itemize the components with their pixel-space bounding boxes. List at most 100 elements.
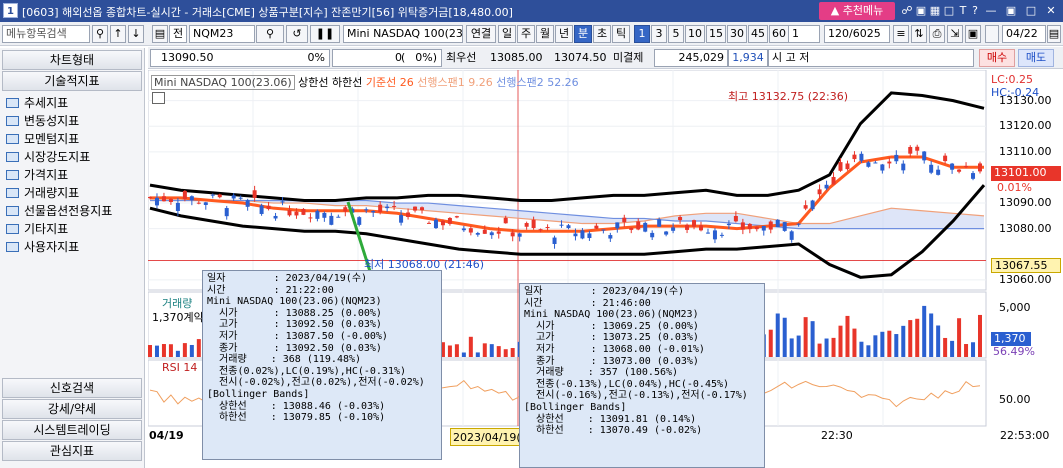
sidebar-item-6[interactable]: 선물옵션전용지표 [6,202,112,220]
sell-button[interactable]: 매도 [1018,49,1054,67]
save-icon[interactable]: ▣ [965,25,981,43]
sidebar-item-1[interactable]: 변동성지표 [6,112,79,130]
candle-body [852,154,857,160]
candle-body [657,219,662,227]
data-count-input[interactable]: 120/6025 [824,25,890,43]
candle-body [971,173,976,179]
sidebar-item-4[interactable]: 가격지표 [6,166,68,184]
interval-button-5[interactable]: 5 [668,25,684,43]
sidebar-item-label: 모멘텀지표 [24,132,80,146]
interval-button-10[interactable]: 10 [685,25,705,43]
sidebar-item-2[interactable]: 모멘텀지표 [6,130,79,148]
candle-body [378,204,383,212]
technical-indicator-tab[interactable]: 기술적지표 [2,71,142,91]
buy-button[interactable]: 매수 [979,49,1015,67]
link-icon[interactable]: ☍ [900,3,914,18]
monitor-icon[interactable]: □ [942,3,956,18]
sidebar-item-label: 추세지표 [24,96,69,110]
volume-bar [824,338,829,357]
period-button-5[interactable]: 초 [593,25,611,43]
candle-body [329,215,334,225]
chart-area[interactable]: Mini NASDAQ 100(23.06) 상한선 하한선 기준선 26 선행… [148,70,1063,468]
restore-icon[interactable]: ▣ [1004,3,1018,18]
export-icon[interactable]: ⇲ [947,25,963,43]
date-input[interactable]: 04/22 [1002,25,1046,43]
sidebar-item-7[interactable]: 기타지표 [6,220,68,238]
help-icon[interactable]: ? [968,3,982,18]
maximize-icon[interactable]: □ [1024,3,1038,18]
tooltip-line: 거래량 : 357 (100.56%) [524,367,679,379]
candle-body [643,222,648,232]
candle-body [182,190,187,200]
volume-bar [468,336,473,357]
candle-body [580,230,585,239]
candle-body [148,196,152,199]
sidebar-item-label: 변동성지표 [24,114,80,128]
tooltip-line: 전종(-0.13%),LC(0.04%),HC(-0.45%) [524,378,730,390]
reset-icon[interactable]: ↺ [286,25,308,43]
candle-body [608,235,613,239]
candle-body [245,200,250,207]
period-button-2[interactable]: 월 [536,25,554,43]
period-button-4[interactable]: 분 [574,25,592,43]
tooltip-line: 시간 : 21:46:00 [524,297,651,309]
candle-body [364,209,369,211]
search-icon[interactable]: ⚲ [92,25,108,43]
candle-body [712,230,717,240]
recommend-menu-button[interactable]: ▲ 추천메뉴 [819,2,895,20]
candle-body [685,224,690,230]
volume-bar [978,314,982,357]
date-checkbox[interactable] [985,25,999,43]
continuous-button[interactable]: 연결 [466,25,496,43]
volume-bar [196,339,201,357]
interval-button-15[interactable]: 15 [706,25,726,43]
auto-scroll-icon[interactable]: ⇅ [911,25,927,43]
sidebar-bottom-0[interactable]: 신호검색 [2,378,142,398]
interval-button-30[interactable]: 30 [727,25,747,43]
interval-button-45[interactable]: 45 [748,25,768,43]
symbol-input[interactable]: NQM23 [189,25,255,43]
print-icon[interactable]: ⎙ [929,25,945,43]
pause-icon[interactable]: ❚❚ [310,25,340,43]
sidebar-item-5[interactable]: 거래량지표 [6,184,79,202]
sidebar-bottom-3[interactable]: 관심지표 [2,441,142,461]
rsi-label: RSI 14 [162,361,198,374]
period-button-0[interactable]: 일 [498,25,516,43]
sidebar-bottom-1[interactable]: 강세/약세 [2,399,142,419]
sidebar-item-3[interactable]: 시장강도지표 [6,148,90,166]
minimize-icon[interactable]: — [984,3,998,18]
tooltip-line: 상한선 : 13088.46 (-0.03%) [207,400,386,412]
candle-body [831,176,836,185]
interval-button-60[interactable]: 60 [769,25,789,43]
arrow-down-icon[interactable]: ↓ [128,25,144,43]
price-tick: 13090.00 [999,196,1052,210]
time-axis-first: 04/19 [149,429,184,442]
menu-search-input[interactable]: 메뉴항목검색 [2,25,90,43]
candle-body [957,169,962,172]
period-button-1[interactable]: 주 [517,25,535,43]
chart-settings-icon[interactable]: ≡ [893,25,909,43]
sidebar-item-8[interactable]: 사용자지표 [6,238,79,256]
candle-body [482,229,487,234]
symbol-list-icon[interactable]: ▤ [152,25,168,43]
close-icon[interactable]: ✕ [1044,3,1058,18]
sidebar-bottom-2[interactable]: 시스템트레이딩 [2,420,142,440]
calendar-icon[interactable]: ▤ [1047,25,1061,43]
chart-type-tab[interactable]: 차트형태 [2,50,142,70]
candle-body [294,211,299,216]
sidebar-item-0[interactable]: 추세지표 [6,94,68,112]
volume-bar [859,341,864,357]
candle-body [622,217,627,223]
period-button-3[interactable]: 년 [555,25,573,43]
period-button-6[interactable]: 틱 [612,25,630,43]
interval-button-3[interactable]: 3 [651,25,667,43]
interval-value-input[interactable]: 1 [788,25,820,43]
lock-icon[interactable]: ▣ [914,3,928,18]
grid-icon[interactable]: ▦ [928,3,942,18]
interval-button-1[interactable]: 1 [634,25,650,43]
candle-body [950,163,955,170]
table-icon[interactable] [152,92,165,104]
symbol-search-button[interactable]: ⚲ [256,25,284,43]
market-type-select[interactable]: 전 [169,25,187,43]
arrow-up-icon[interactable]: ↑ [110,25,126,43]
